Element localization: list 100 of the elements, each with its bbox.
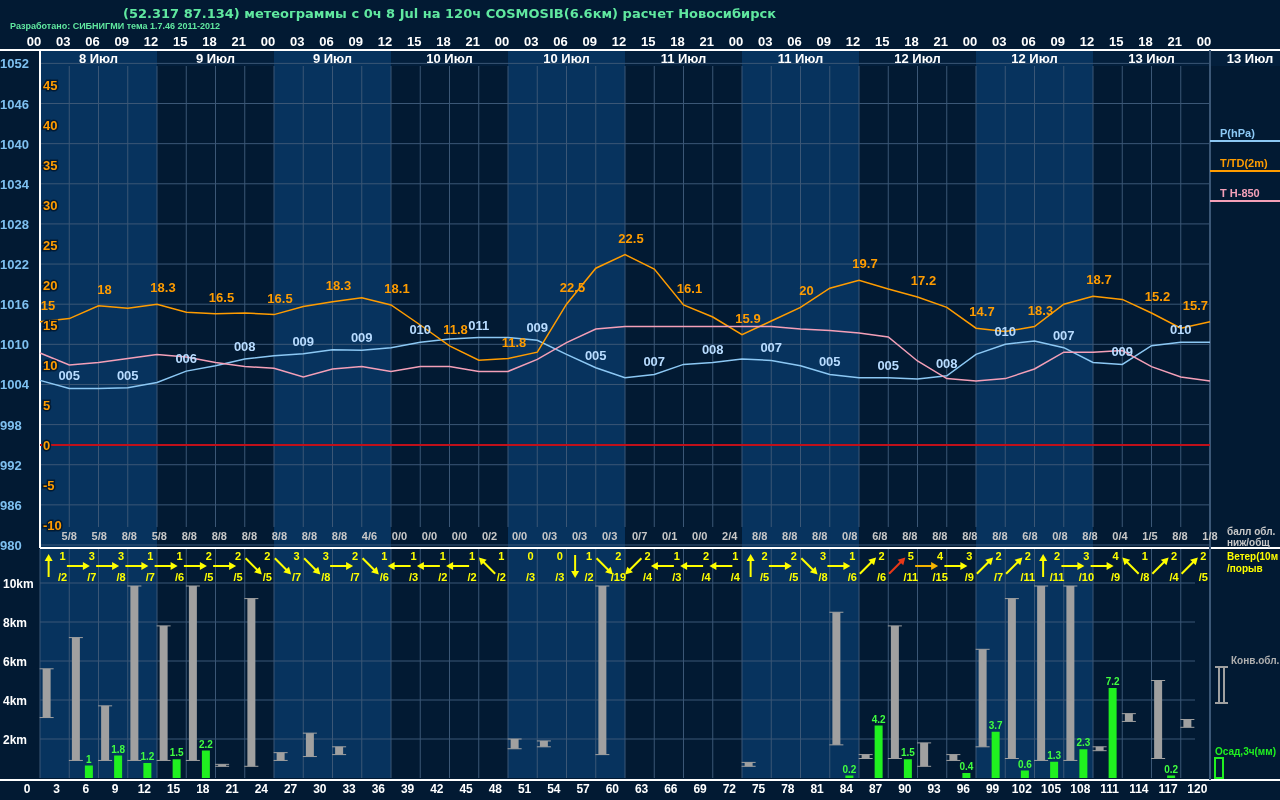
hour-axis-label: 0 xyxy=(23,782,31,796)
hour-axis-label: 60 xyxy=(605,782,620,796)
cloud-cover-label: 8/8 xyxy=(782,530,798,542)
wind-gust-label: /6 xyxy=(175,571,185,583)
pressure-value-label: 009 xyxy=(526,320,549,336)
hour-label: 03 xyxy=(290,34,305,49)
pressure-value-label: 005 xyxy=(877,357,900,373)
wind-speed-label: 1 xyxy=(176,550,183,562)
cloud-bar xyxy=(331,746,347,756)
hour-axis-label: 96 xyxy=(956,782,971,796)
hour-label: 21 xyxy=(231,34,246,49)
hour-axis-label: 78 xyxy=(781,782,795,796)
wind-gust-label: /6 xyxy=(847,571,857,583)
cloud-bar xyxy=(39,668,55,719)
hour-label: 21 xyxy=(933,34,948,49)
wind-gust-label: /7 xyxy=(350,571,360,583)
temperature-value-label: 18.7 xyxy=(1086,272,1112,288)
precipitation-bar xyxy=(172,759,181,778)
temperature-value-label: 15.9 xyxy=(735,310,761,326)
precipitation-label: 1.5 xyxy=(169,747,184,759)
precipitation-label: 1.5 xyxy=(900,747,915,759)
wind-speed-label: 4 xyxy=(1112,550,1119,562)
wind-speed-label: 2 xyxy=(615,550,622,562)
hour-label: 06 xyxy=(787,34,802,49)
hour-axis-label: 75 xyxy=(751,782,766,796)
pressure-axis-label: 1028 xyxy=(0,216,29,232)
precipitation-bar xyxy=(1020,770,1029,778)
hour-label: 12 xyxy=(611,34,627,49)
credit-text: Разработано: СИБНИГМИ тема 1.7.46 2011-2012 xyxy=(10,21,222,32)
hour-label: 09 xyxy=(816,34,831,49)
day-label: 10 Июл xyxy=(426,51,473,66)
temperature-value-label: 18 xyxy=(97,281,112,297)
cloud-cover-label: 5/8 xyxy=(151,530,167,542)
pressure-axis-label: 986 xyxy=(0,497,22,513)
wind-gust-label: /2 xyxy=(467,571,477,583)
cloud-bar xyxy=(507,738,523,750)
wind-gust-label: /9 xyxy=(964,571,974,583)
wind-speed-label: 1 xyxy=(410,550,417,562)
wind-speed-label: 3 xyxy=(322,550,329,562)
legend-line xyxy=(1209,140,1280,142)
wind-speed-label: 1 xyxy=(147,550,154,562)
day-label: 9 Июл xyxy=(195,51,236,66)
cloud-cover-label: 0/7 xyxy=(632,530,648,542)
pressure-axis-label: 1034 xyxy=(0,176,29,192)
precipitation-label: 2.3 xyxy=(1076,737,1091,749)
day-label: 10 Июл xyxy=(543,51,590,66)
hour-axis-label: 33 xyxy=(342,782,356,796)
hour-label: 00 xyxy=(728,34,744,49)
precipitation-label: 0.6 xyxy=(1017,758,1032,770)
cloud-cover-title: балл обл. xyxy=(1227,526,1276,537)
wind-speed-label: 2 xyxy=(1054,550,1061,562)
wind-gust-label: /10 xyxy=(1078,571,1094,583)
cloud-cover-label: 0/1 xyxy=(662,530,678,542)
pressure-axis-label: 1010 xyxy=(0,337,29,353)
temperature-value-label: 14.7 xyxy=(969,304,995,320)
wind-gust-label: /6 xyxy=(379,571,389,583)
precipitation-label: 3.7 xyxy=(988,719,1003,731)
hour-axis-label: 36 xyxy=(371,782,386,796)
wind-gust-label: /5 xyxy=(262,571,272,583)
day-label: 11 Июл xyxy=(660,51,707,66)
cloud-cover-label: 8/8 xyxy=(181,530,197,542)
hour-label: 12 xyxy=(377,34,393,49)
hour-axis-label: 114 xyxy=(1129,782,1149,796)
pressure-value-label: 010 xyxy=(1169,322,1192,338)
pressure-value-label: 008 xyxy=(233,339,256,355)
temperature-value-label: 22.5 xyxy=(618,230,644,246)
precipitation-label: 0.2 xyxy=(842,763,857,775)
cloud-bar xyxy=(214,763,230,767)
hour-label: 12 xyxy=(845,34,861,49)
hour-axis-label: 72 xyxy=(722,782,737,796)
cloud-cover-label: 0/0 xyxy=(451,530,468,542)
wind-gust-label: /5 xyxy=(1198,571,1208,583)
wind-gust-label: /19 xyxy=(610,571,626,583)
cloud-cover-label: 8/8 xyxy=(121,530,137,542)
pressure-value-label: 008 xyxy=(935,355,958,371)
wind-speed-label: 0 xyxy=(556,550,563,562)
temperature-value-label: 16.1 xyxy=(676,281,703,296)
pressure-axis-label: 1004 xyxy=(0,377,29,393)
hour-axis-label: 93 xyxy=(927,782,941,796)
hour-label: 00 xyxy=(1196,34,1212,49)
precipitation-bar xyxy=(201,750,210,778)
day-label: 13 Июл xyxy=(1226,51,1274,66)
hour-label: 21 xyxy=(1167,34,1182,49)
wind-gust-label: /15 xyxy=(932,571,948,583)
cloud-cover-label: 8/8 xyxy=(992,530,1008,542)
pressure-value-label: 011 xyxy=(468,317,490,333)
precipitation-bar xyxy=(903,759,912,778)
temperature-axis-label: 10 xyxy=(43,358,58,373)
wind-speed-label: 1 xyxy=(469,550,476,562)
cloud-cover-label: 0/3 xyxy=(571,530,588,542)
hour-axis-label: 108 xyxy=(1070,782,1091,796)
precipitation-label: 1.3 xyxy=(1047,749,1062,761)
cloud-cover-label: 8/8 xyxy=(1172,530,1188,542)
hour-label: 06 xyxy=(553,34,568,49)
wind-gust-label: /4 xyxy=(1169,571,1179,583)
wind-gust-label: /3 xyxy=(409,571,419,583)
wind-gust-label: /7 xyxy=(145,571,155,583)
temperature-value-label: 11.8 xyxy=(501,334,527,350)
hour-label: 15 xyxy=(407,34,422,49)
pressure-value-label: 009 xyxy=(350,330,373,346)
